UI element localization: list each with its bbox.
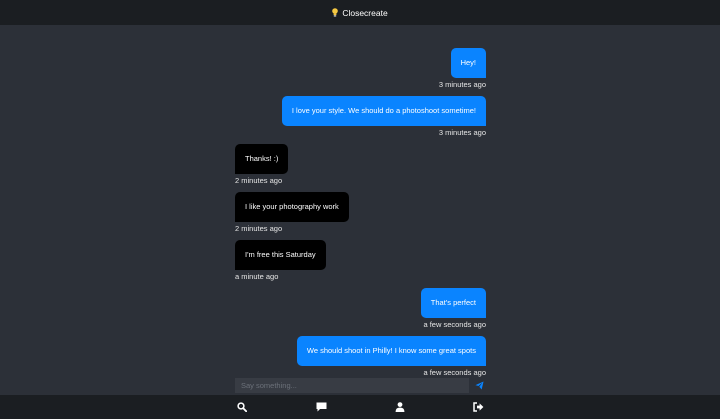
message-incoming: I'm free this Saturday a minute ago xyxy=(235,240,486,282)
message-timestamp: 3 minutes ago xyxy=(438,128,486,137)
user-icon[interactable] xyxy=(395,402,405,412)
message-list: Hey! 3 minutes ago I love your style. We… xyxy=(235,48,486,378)
message-outgoing: Hey! 3 minutes ago xyxy=(235,48,486,90)
message-outgoing: I love your style. We should do a photos… xyxy=(235,96,486,138)
message-bubble: Thanks! :) xyxy=(235,144,289,174)
lightbulb-icon xyxy=(332,8,339,17)
message-outgoing: That's perfect a few seconds ago xyxy=(235,288,486,330)
bottom-nav xyxy=(0,395,720,419)
message-bubble: We should shoot in Philly! I know some g… xyxy=(296,336,486,366)
message-timestamp: 2 minutes ago xyxy=(235,224,283,233)
message-incoming: I like your photography work 2 minutes a… xyxy=(235,192,486,234)
message-timestamp: a few seconds ago xyxy=(423,320,486,329)
app-title: Closecreate xyxy=(342,7,388,18)
app-header: Closecreate xyxy=(0,0,720,25)
message-outgoing: We should shoot in Philly! I know some g… xyxy=(235,336,486,378)
message-bubble: Hey! xyxy=(450,48,486,78)
chat-bubble-icon[interactable] xyxy=(316,402,327,412)
message-timestamp: 2 minutes ago xyxy=(235,176,283,185)
sign-out-icon[interactable] xyxy=(473,402,484,412)
message-input[interactable] xyxy=(235,377,469,393)
message-bubble: I like your photography work xyxy=(235,192,349,222)
message-bubble: That's perfect xyxy=(420,288,486,318)
message-incoming: Thanks! :) 2 minutes ago xyxy=(235,144,486,186)
paper-plane-icon[interactable] xyxy=(475,380,484,390)
message-bubble: I love your style. We should do a photos… xyxy=(281,96,486,126)
message-bubble: I'm free this Saturday xyxy=(235,240,326,270)
message-timestamp: 3 minutes ago xyxy=(438,80,486,89)
search-icon[interactable] xyxy=(237,402,247,412)
message-composer xyxy=(235,377,486,393)
message-timestamp: a minute ago xyxy=(235,272,279,281)
